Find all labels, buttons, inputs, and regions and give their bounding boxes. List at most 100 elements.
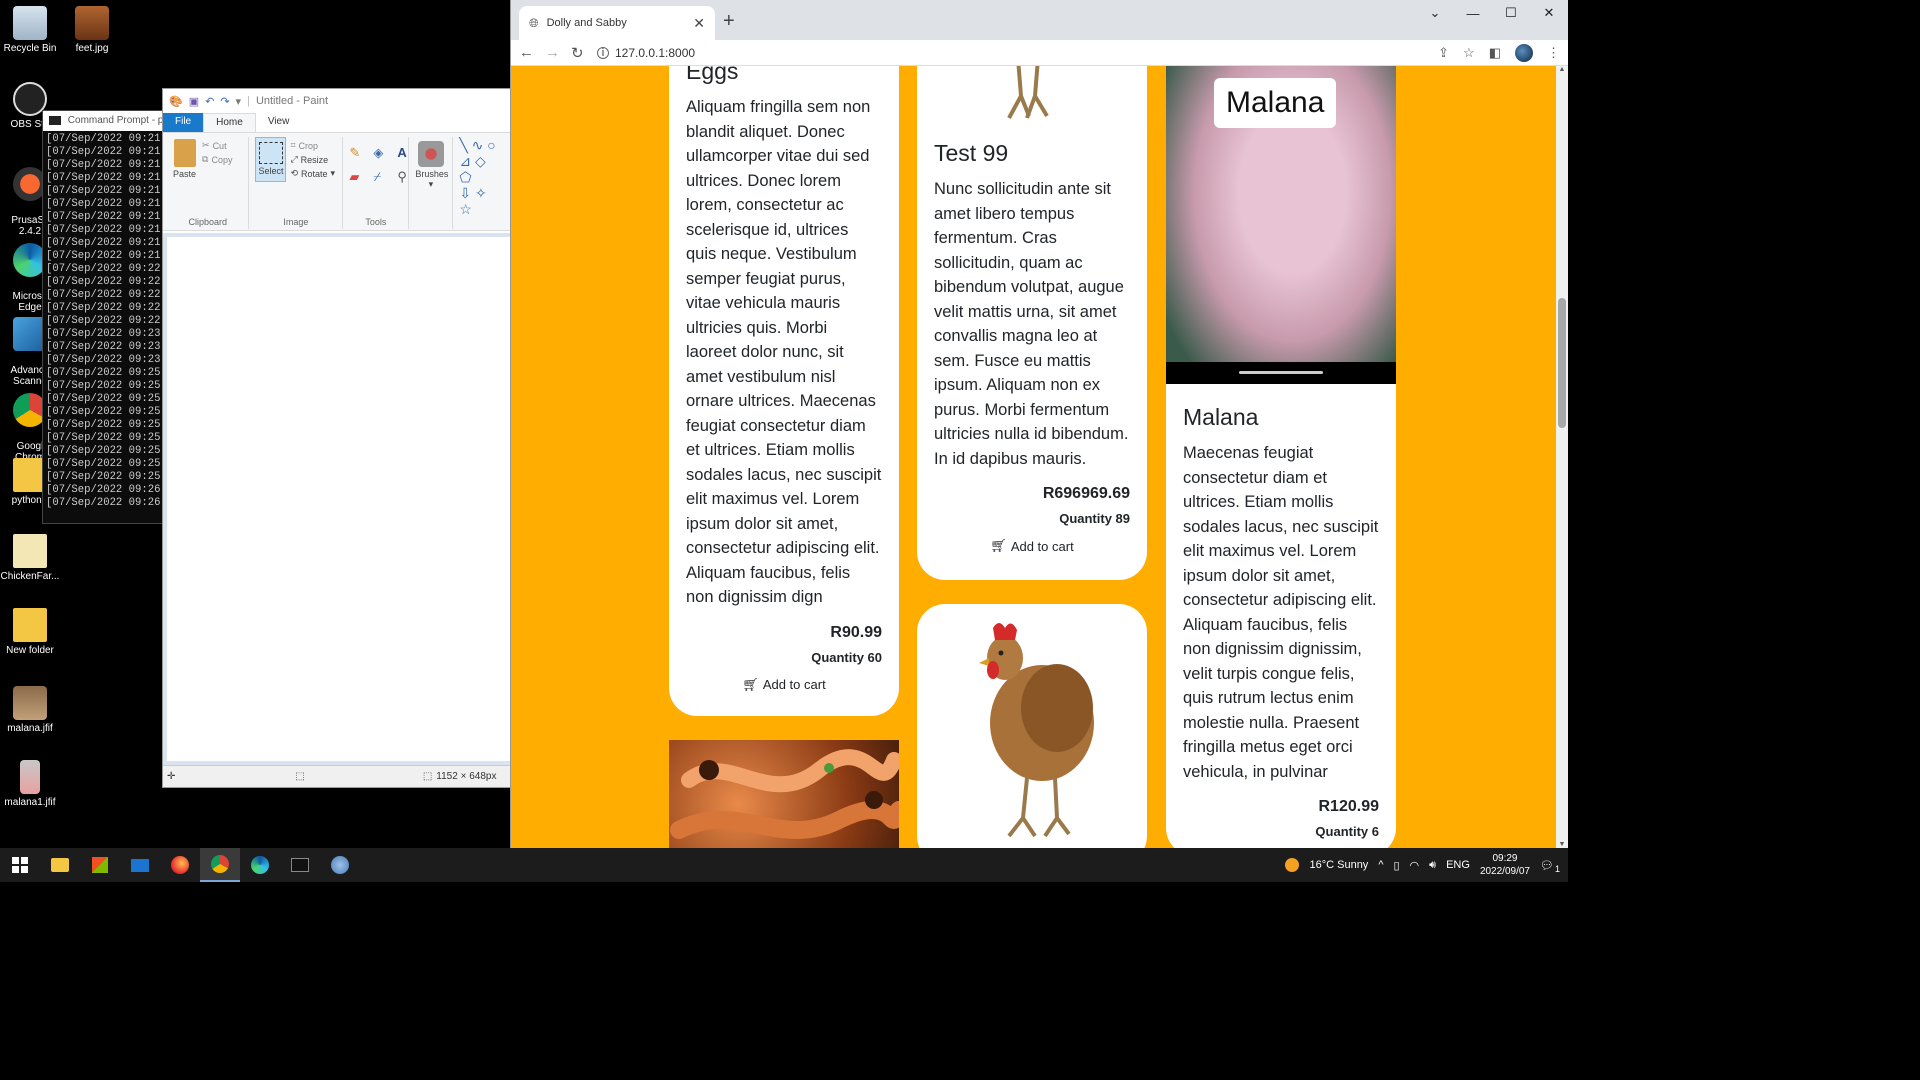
close-window-button[interactable]: ✕ (1530, 0, 1568, 26)
product-card-eggs: Eggs Aliquam fringilla sem non blandit a… (669, 66, 899, 716)
paste-button[interactable]: Paste (173, 137, 196, 179)
store-taskbar[interactable] (80, 848, 120, 882)
select-button[interactable]: Select (255, 137, 287, 182)
tab-view[interactable]: View (256, 113, 302, 132)
chickenfarm-folder[interactable]: ChickenFar... (0, 534, 60, 582)
terminal-taskbar[interactable] (280, 848, 320, 882)
profile-avatar[interactable] (1515, 43, 1533, 62)
cmd-line: [07/Sep/2022 09:21 (46, 211, 161, 223)
brushes-button[interactable]: Brushes ▾ (409, 137, 454, 229)
reload-button[interactable]: ↻ (571, 44, 584, 62)
rotate-icon: ⟲ (290, 168, 299, 178)
start-button[interactable] (0, 848, 40, 882)
tab-home[interactable]: Home (203, 113, 256, 132)
add-to-cart-button[interactable]: 🛒︎ Add to cart (934, 538, 1130, 554)
menu-kebab-icon[interactable]: ⋮ (1547, 45, 1560, 61)
minimize-button[interactable]: — (1454, 0, 1492, 26)
redo-icon[interactable]: ↷ (220, 95, 229, 108)
chrome-taskbar[interactable] (200, 848, 240, 882)
tab-strip: 🌐︎ Dolly and Sabby ✕ + ⌄ — ☐ ✕ (511, 0, 1568, 40)
crop-button[interactable]: ⌗ Crop (290, 140, 335, 151)
image-file-icon (20, 760, 40, 794)
add-to-cart-label: Add to cart (1010, 538, 1074, 554)
info-icon[interactable]: i (597, 46, 609, 59)
rotate-button[interactable]: ⟲ Rotate ▾ (290, 168, 335, 179)
bookmark-star-icon[interactable]: ☆ (1463, 45, 1475, 61)
fill-icon[interactable]: ◈ (373, 145, 389, 161)
undo-icon[interactable]: ↶ (205, 95, 214, 108)
language-indicator[interactable]: ENG (1446, 859, 1470, 871)
new-folder[interactable]: New folder (0, 608, 60, 656)
chrome-window[interactable]: 🌐︎ Dolly and Sabby ✕ + ⌄ — ☐ ✕ ← → ↻ i 1… (510, 0, 1568, 848)
pencil-icon[interactable]: ✎ (349, 145, 365, 161)
product-quantity: Quantity 89 (1059, 511, 1130, 526)
firefox-taskbar[interactable] (160, 848, 200, 882)
cut-button[interactable]: ✂ Cut (202, 140, 232, 151)
volume-icon[interactable]: 🔊︎ (1429, 859, 1436, 872)
paint-app-icon: 🎨 (169, 95, 183, 108)
add-to-cart-label: Add to cart (762, 677, 826, 692)
address-bar[interactable]: i 127.0.0.1:8000 (597, 46, 695, 60)
windows-taskbar: 16°C Sunny ^ ▯ ◠ 🔊︎ ENG 09:29 2022/09/07… (0, 848, 1568, 882)
paint-window[interactable]: 🎨 ▣ ↶ ↷ ▾ | Untitled - Paint File Home V… (162, 88, 512, 788)
cmd-title-bar[interactable]: Command Prompt - p (43, 111, 171, 131)
edge-taskbar[interactable] (240, 848, 280, 882)
copy-button[interactable]: ⧉ Copy (202, 154, 232, 165)
product-card-chicken (917, 604, 1147, 848)
scroll-thumb[interactable] (1558, 298, 1566, 428)
feet-image-file[interactable]: feet.jpg (62, 6, 122, 54)
share-icon[interactable]: ⇪ (1438, 45, 1449, 61)
product-title: Test 99 (934, 140, 1009, 166)
tab-search-icon[interactable]: ⌄ (1416, 0, 1454, 26)
command-prompt-window[interactable]: Command Prompt - p [07/Sep/2022 09:21 [07… (42, 110, 172, 524)
product-description: Aliquam fringilla sem non blandit alique… (686, 98, 882, 606)
crop-icon: ⌗ (290, 140, 296, 150)
weather-text[interactable]: 16°C Sunny (1309, 859, 1368, 871)
mail-taskbar[interactable] (120, 848, 160, 882)
shapes-gallery[interactable]: ╲ ∿ ○ ⊿ ◇ ⬠ ⇩ ✧ ☆ (453, 137, 507, 230)
cut-label: Cut (212, 140, 227, 151)
chevron-up-icon[interactable]: ^ (1378, 859, 1383, 871)
malana1-file[interactable]: malana1.jfif (0, 760, 60, 808)
chrome-icon (211, 855, 229, 873)
quick-access-dropdown-icon[interactable]: ▾ (236, 95, 242, 108)
save-icon[interactable]: ▣ (189, 95, 199, 108)
forward-button[interactable]: → (545, 44, 560, 61)
wifi-icon[interactable]: ◠ (1410, 859, 1420, 872)
file-explorer-taskbar[interactable] (40, 848, 80, 882)
new-tab-button[interactable]: + (723, 10, 735, 33)
clock[interactable]: 09:29 2022/09/07 (1480, 852, 1530, 878)
add-to-cart-button[interactable]: 🛒︎ Add to cart (686, 677, 882, 693)
selection-size-icon: ⬚ (295, 771, 305, 782)
paint-ribbon: Paste ✂ Cut ⧉ Copy Clipboard Select ⌗ Crop … (163, 133, 511, 231)
device-icon[interactable]: ▯ (1393, 859, 1399, 872)
resize-button[interactable]: ⤢ Resize (290, 154, 335, 165)
chicken-image (979, 623, 1094, 838)
clipboard-group: Paste ✂ Cut ⧉ Copy Clipboard (167, 137, 250, 229)
terminal-icon (291, 858, 309, 872)
brush-icon (417, 141, 444, 167)
cmd-line: [07/Sep/2022 09:21 (46, 159, 161, 171)
page-scrollbar[interactable]: ▲ ▼ (1556, 66, 1568, 848)
side-panel-icon[interactable]: ◧ (1489, 45, 1501, 61)
cmd-line: [07/Sep/2022 09:25 (46, 445, 161, 457)
cmd-line: [07/Sep/2022 09:21 (46, 250, 161, 262)
malana-image: Malana (1166, 66, 1396, 384)
paint-title-bar[interactable]: 🎨 ▣ ↶ ↷ ▾ | Untitled - Paint (163, 89, 511, 113)
tab-file[interactable]: File (163, 113, 204, 132)
cmd-line: [07/Sep/2022 09:21 (46, 146, 161, 158)
product-description: Maecenas feugiat consectetur diam et ult… (1183, 444, 1379, 781)
paint-taskbar[interactable] (320, 848, 360, 882)
paint-canvas[interactable] (167, 237, 511, 761)
malana-file[interactable]: malana.jfif (0, 686, 60, 734)
back-button[interactable]: ← (519, 44, 534, 61)
paint-title: Untitled - Paint (255, 95, 329, 107)
browser-tab[interactable]: 🌐︎ Dolly and Sabby ✕ (519, 6, 715, 40)
close-tab-icon[interactable]: ✕ (693, 15, 705, 32)
notification-center-button[interactable]: 💬︎ 1 (1540, 859, 1560, 874)
color-picker-icon[interactable]: ⌿ (373, 169, 389, 185)
recycle-bin-icon[interactable]: Recycle Bin (0, 6, 60, 54)
maximize-button[interactable]: ☐ (1492, 0, 1530, 26)
eraser-icon[interactable]: ▰ (349, 169, 365, 185)
desktop-icon-label: ChickenFar... (0, 571, 60, 582)
